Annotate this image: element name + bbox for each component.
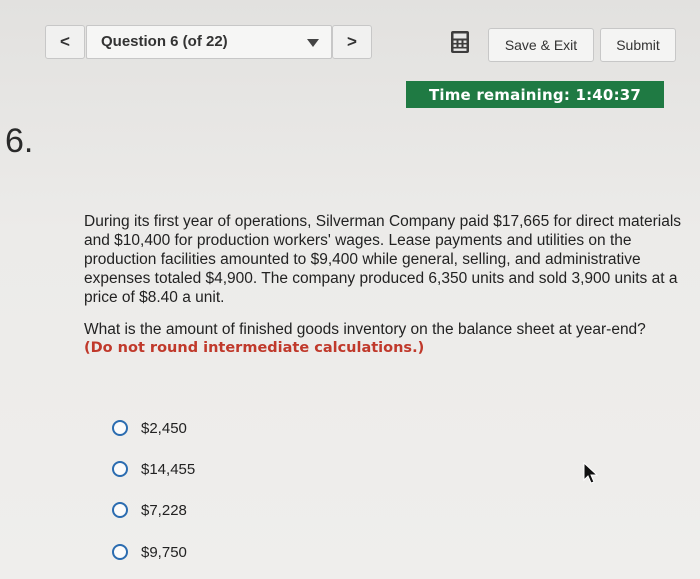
- chevron-right-icon: >: [347, 32, 357, 51]
- answer-choice[interactable]: $9,750: [112, 538, 187, 566]
- question-text: During its first year of operations, Sil…: [84, 213, 682, 306]
- chevron-left-icon: <: [60, 32, 70, 51]
- radio-button[interactable]: [112, 461, 128, 477]
- question-body: During its first year of operations, Sil…: [84, 212, 690, 358]
- radio-button[interactable]: [112, 420, 128, 436]
- question-number: 6.: [5, 122, 34, 160]
- time-remaining-text: Time remaining: 1:40:37: [428, 85, 642, 104]
- answer-choice[interactable]: $2,450: [112, 414, 187, 442]
- question-selector-label: Question 6 (of 22): [101, 33, 228, 50]
- answer-choice[interactable]: $14,455: [112, 455, 195, 483]
- answer-choice-label: $14,455: [141, 460, 196, 478]
- quiz-page: < Question 6 (of 22) > Save & Exit Submi…: [0, 0, 700, 579]
- radio-button[interactable]: [112, 544, 128, 560]
- chevron-down-icon: [307, 39, 319, 47]
- submit-label: Submit: [616, 37, 660, 53]
- answer-choice-label: $2,450: [141, 419, 187, 437]
- rounding-note: (Do not round intermediate calculations.…: [84, 340, 425, 356]
- submit-button[interactable]: Submit: [600, 28, 676, 62]
- previous-question-button[interactable]: <: [45, 25, 85, 59]
- top-toolbar: < Question 6 (of 22) > Save & Exit Submi…: [0, 0, 700, 80]
- calculator-icon[interactable]: [448, 30, 472, 54]
- save-exit-label: Save & Exit: [504, 37, 578, 53]
- answer-choice-label: $7,228: [141, 501, 187, 519]
- answer-choice[interactable]: $7,228: [112, 496, 187, 524]
- next-question-button[interactable]: >: [332, 25, 372, 59]
- mouse-pointer-icon: [583, 462, 599, 484]
- question-prompt: What is the amount of finished goods inv…: [84, 321, 646, 338]
- radio-button[interactable]: [112, 502, 128, 518]
- answer-choice-label: $9,750: [141, 543, 187, 561]
- time-remaining-banner: Time remaining: 1:40:37: [406, 81, 664, 108]
- save-exit-button[interactable]: Save & Exit: [488, 28, 594, 62]
- question-selector[interactable]: Question 6 (of 22): [86, 25, 332, 59]
